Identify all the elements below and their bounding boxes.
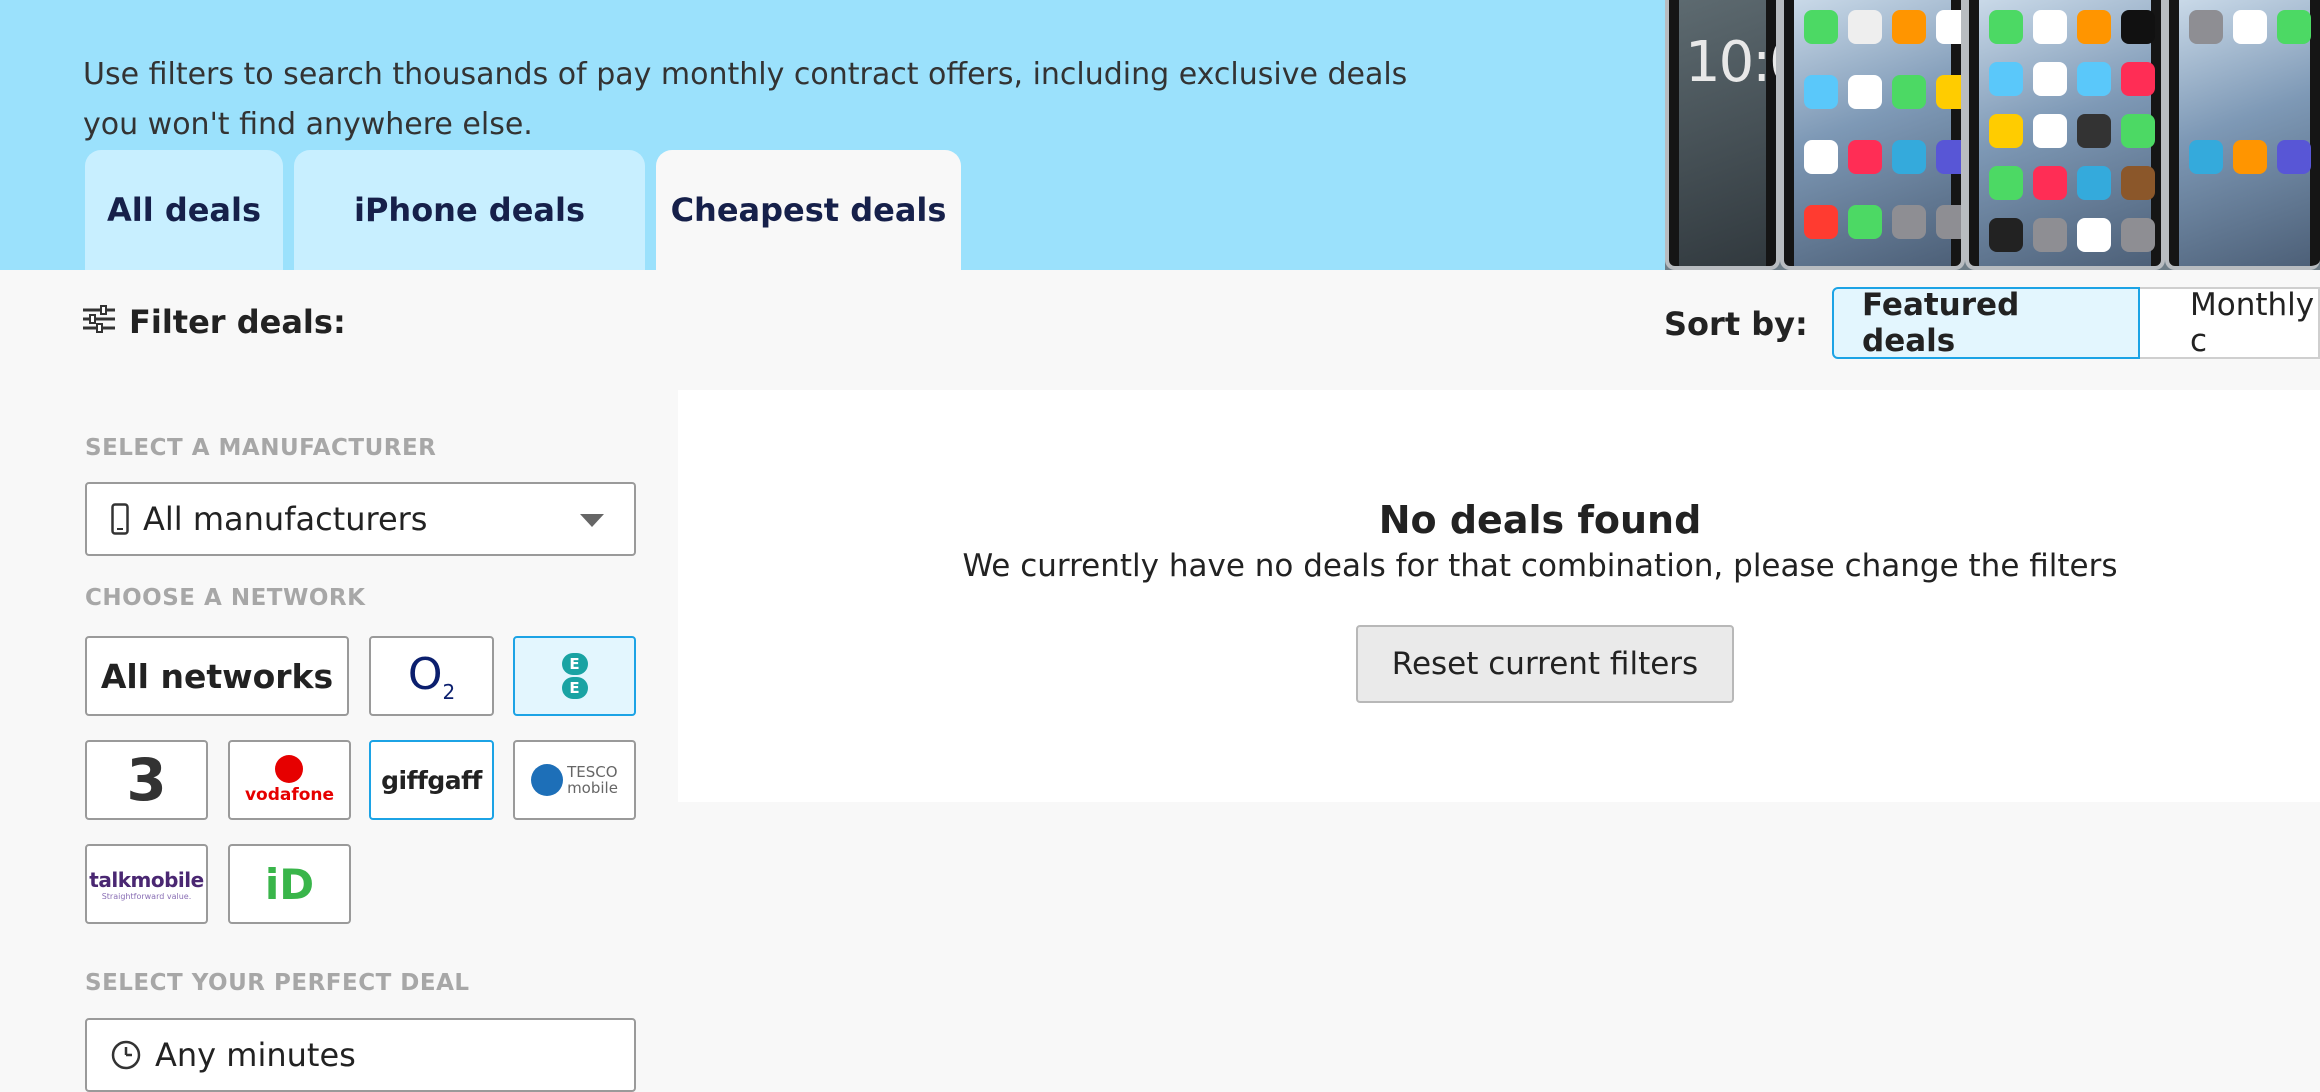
no-deals-title: No deals found bbox=[1378, 498, 1702, 542]
perfect-deal-label: SELECT YOUR PERFECT DEAL bbox=[85, 970, 470, 996]
hero-banner: Use filters to search thousands of pay m… bbox=[0, 0, 2320, 270]
clock-icon bbox=[111, 1040, 141, 1070]
minutes-select[interactable]: Any minutes bbox=[85, 1018, 636, 1092]
filter-sliders-icon bbox=[83, 303, 129, 341]
filter-deals-label: Filter deals: bbox=[129, 303, 346, 341]
iphone-partial bbox=[2165, 0, 2320, 270]
id-mobile-logo: iD bbox=[264, 859, 315, 909]
sort-by-label: Sort by: bbox=[1664, 305, 1808, 343]
phone-clock: 10:0 bbox=[1685, 30, 1776, 95]
results-panel: No deals found We currently have no deal… bbox=[678, 390, 2320, 802]
htc-phone: 10:0 bbox=[1665, 0, 1780, 270]
sort-featured-button[interactable]: Featured deals bbox=[1832, 287, 2140, 359]
network-giffgaff-button[interactable]: giffgaff bbox=[369, 740, 494, 820]
chevron-down-icon bbox=[580, 514, 604, 527]
tab-all-deals[interactable]: All deals bbox=[85, 150, 283, 270]
intro-text: Use filters to search thousands of pay m… bbox=[83, 57, 1408, 142]
three-logo: 3 bbox=[126, 746, 167, 814]
all-networks-label: All networks bbox=[100, 656, 334, 696]
network-three-button[interactable]: 3 bbox=[85, 740, 208, 820]
network-vodafone-button[interactable]: vodafone bbox=[228, 740, 351, 820]
ee-logo: E E bbox=[561, 653, 588, 699]
mobile-phone-icon bbox=[111, 503, 129, 535]
sort-options: Featured deals Monthly c bbox=[1832, 287, 2320, 359]
giffgaff-logo: giffgaff bbox=[381, 765, 482, 795]
minutes-value: Any minutes bbox=[155, 1036, 356, 1074]
o2-logo: O2 bbox=[407, 648, 456, 704]
reset-filters-button[interactable]: Reset current filters bbox=[1356, 625, 1734, 703]
talkmobile-tagline: Straightforward value. bbox=[101, 891, 192, 901]
tesco-mobile-logo: TESCO mobile bbox=[531, 764, 618, 796]
network-label: CHOOSE A NETWORK bbox=[85, 585, 366, 611]
no-deals-message: We currently have no deals for that comb… bbox=[962, 548, 2118, 584]
phones-image: 10:0 bbox=[1665, 0, 2320, 270]
network-all-button[interactable]: All networks bbox=[85, 636, 349, 716]
network-talkmobile-button[interactable]: talkmobile Straightforward value. bbox=[85, 844, 208, 924]
talkmobile-logo: talkmobile Straightforward value. bbox=[89, 867, 204, 901]
network-ee-button[interactable]: E E bbox=[513, 636, 636, 716]
manufacturer-label: SELECT A MANUFACTURER bbox=[85, 435, 437, 461]
tab-cheapest-deals[interactable]: Cheapest deals bbox=[656, 150, 961, 270]
network-tesco-button[interactable]: TESCO mobile bbox=[513, 740, 636, 820]
network-o2-button[interactable]: O2 bbox=[369, 636, 494, 716]
tab-iphone-deals[interactable]: iPhone deals bbox=[294, 150, 645, 270]
network-id-button[interactable]: iD bbox=[228, 844, 351, 924]
manufacturer-select[interactable]: All manufacturers bbox=[85, 482, 636, 556]
iphone-small bbox=[1780, 0, 1965, 270]
iphone-large bbox=[1965, 0, 2165, 270]
sort-monthly-button[interactable]: Monthly c bbox=[2140, 287, 2320, 359]
vodafone-logo: vodafone bbox=[245, 755, 334, 805]
filter-deals-heading: Filter deals: bbox=[83, 303, 346, 341]
manufacturer-value: All manufacturers bbox=[143, 500, 428, 538]
